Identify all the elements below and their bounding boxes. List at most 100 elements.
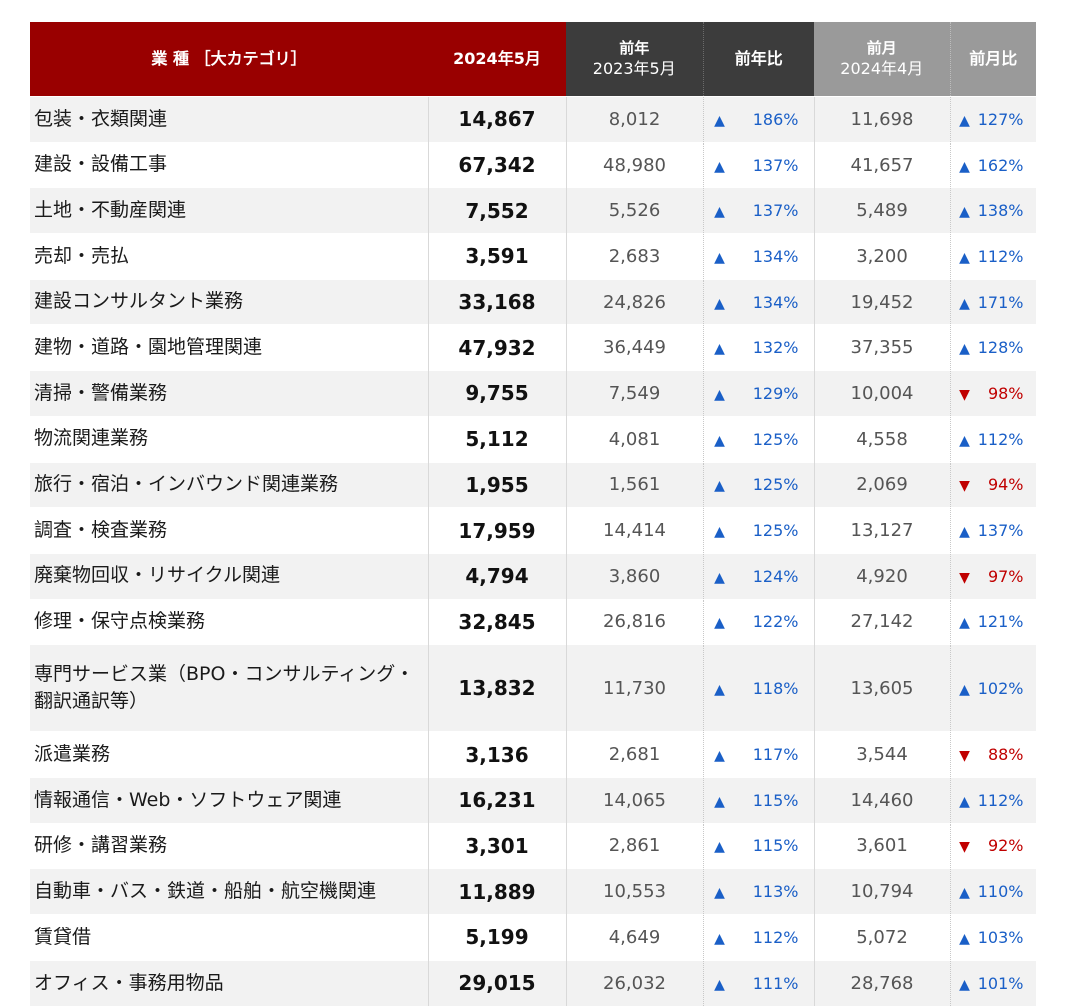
- arrow-down-icon: ▼: [959, 478, 970, 495]
- table-row: 調査・検査業務 17,959 14,414 ▲ 125% 13,127 ▲ 137%: [30, 507, 1036, 554]
- arrow-up-icon: ▲: [959, 112, 970, 129]
- mom-percent: 121%: [977, 612, 1024, 632]
- table-row: 研修・講習業務 3,301 2,861 ▲ 115% 3,601 ▼ 92%: [30, 822, 1036, 869]
- prev-year-value-cell: 36,449: [565, 324, 703, 371]
- arrow-up-icon: ▲: [714, 112, 725, 129]
- category-cell: 調査・検査業務: [30, 507, 428, 554]
- current-value-cell: 16,231: [427, 776, 566, 824]
- mom-cell: ▲ 101%: [949, 959, 1036, 1006]
- yoy-percent: 113%: [752, 882, 799, 902]
- arrow-up-icon: ▲: [959, 524, 970, 541]
- yoy-cell: ▲ 113%: [702, 868, 814, 915]
- yoy-percent: 111%: [752, 973, 799, 993]
- industry-comparison-table: 業 種 ［大カテゴリ］ 2024年5月 前年 2023年5月 前年比 前月 20…: [30, 22, 1036, 1006]
- arrow-down-icon: ▼: [959, 569, 970, 586]
- table-row: 売却・売払 3,591 2,683 ▲ 134% 3,200 ▲ 112%: [30, 233, 1036, 280]
- mom-cell: ▲ 112%: [949, 233, 1036, 280]
- table-row: 建物・道路・園地管理関連 47,932 36,449 ▲ 132% 37,355 ▲ 128%: [30, 324, 1036, 371]
- yoy-cell: ▲ 137%: [702, 187, 814, 234]
- mom-percent: 97%: [987, 566, 1024, 586]
- arrow-up-icon: ▲: [959, 341, 970, 358]
- arrow-up-icon: ▲: [714, 524, 725, 541]
- mom-percent: 110%: [977, 882, 1024, 902]
- arrow-up-icon: ▲: [714, 748, 725, 765]
- prev-month-value-cell: 3,200: [813, 233, 950, 280]
- header-yoy: 前年比: [702, 22, 814, 97]
- table-row: 修理・保守点検業務 32,845 26,816 ▲ 122% 27,142 ▲ 121%: [30, 598, 1036, 645]
- yoy-cell: ▲ 125%: [702, 461, 814, 508]
- table-row: 物流関連業務 5,112 4,081 ▲ 125% 4,558 ▲ 112%: [30, 415, 1036, 462]
- current-value-cell: 47,932: [427, 324, 566, 371]
- prev-month-value-cell: 13,127: [813, 507, 950, 554]
- prev-month-value-cell: 41,657: [813, 141, 950, 188]
- yoy-percent: 137%: [752, 201, 799, 221]
- category-cell: 売却・売払: [30, 233, 428, 280]
- arrow-up-icon: ▲: [714, 976, 725, 993]
- arrow-up-icon: ▲: [714, 569, 725, 586]
- arrow-up-icon: ▲: [714, 249, 725, 266]
- category-cell: 旅行・宿泊・インバウンド関連業務: [30, 461, 428, 508]
- current-value-cell: 7,552: [427, 187, 566, 234]
- prev-month-value-cell: 2,069: [813, 461, 950, 508]
- yoy-percent: 115%: [752, 836, 799, 856]
- arrow-up-icon: ▲: [714, 615, 725, 632]
- category-cell: 包装・衣類関連: [30, 96, 428, 143]
- yoy-cell: ▲ 137%: [702, 141, 814, 188]
- yoy-cell: ▲ 117%: [702, 731, 814, 778]
- yoy-cell: ▲ 134%: [702, 233, 814, 280]
- current-value-cell: 11,889: [427, 868, 566, 915]
- yoy-cell: ▲ 112%: [702, 914, 814, 961]
- prev-year-value-cell: 3,860: [565, 552, 703, 600]
- mom-percent: 103%: [977, 927, 1024, 947]
- mom-percent: 112%: [977, 429, 1024, 449]
- arrow-up-icon: ▲: [959, 681, 970, 698]
- category-cell: 自動車・バス・鉄道・船舶・航空機関連: [30, 868, 428, 915]
- mom-cell: ▲ 103%: [949, 914, 1036, 961]
- prev-month-value-cell: 13,605: [813, 644, 950, 732]
- arrow-up-icon: ▲: [959, 793, 970, 810]
- mom-percent: 112%: [977, 246, 1024, 266]
- current-value-cell: 33,168: [427, 278, 566, 325]
- table-row: 建設コンサルタント業務 33,168 24,826 ▲ 134% 19,452 ▲ 171%: [30, 278, 1036, 325]
- prev-year-value-cell: 2,681: [565, 731, 703, 778]
- arrow-up-icon: ▲: [959, 432, 970, 449]
- mom-percent: 171%: [977, 292, 1024, 312]
- mom-percent: 138%: [977, 201, 1024, 221]
- prev-year-value-cell: 4,649: [565, 914, 703, 961]
- table-row: 清掃・警備業務 9,755 7,549 ▲ 129% 10,004 ▼ 98%: [30, 370, 1036, 417]
- prev-month-value-cell: 11,698: [813, 96, 950, 143]
- prev-month-value-cell: 5,072: [813, 914, 950, 961]
- table-row: 賃貸借 5,199 4,649 ▲ 112% 5,072 ▲ 103%: [30, 914, 1036, 961]
- arrow-up-icon: ▲: [714, 295, 725, 312]
- category-cell: 建設コンサルタント業務: [30, 278, 428, 325]
- arrow-down-icon: ▼: [959, 748, 970, 765]
- header-prev-year-sub: 2023年5月: [592, 59, 676, 79]
- prev-year-value-cell: 2,683: [565, 233, 703, 280]
- mom-percent: 128%: [977, 338, 1024, 358]
- current-value-cell: 17,959: [427, 507, 566, 554]
- arrow-up-icon: ▲: [714, 204, 725, 221]
- yoy-cell: ▲ 115%: [702, 822, 814, 869]
- table-row: 建設・設備工事 67,342 48,980 ▲ 137% 41,657 ▲ 162%: [30, 141, 1036, 188]
- current-value-cell: 3,301: [427, 822, 566, 869]
- table-row: オフィス・事務用物品 29,015 26,032 ▲ 111% 28,768 ▲ 101%: [30, 959, 1036, 1006]
- header-row: 業 種 ［大カテゴリ］ 2024年5月 前年 2023年5月 前年比 前月 20…: [30, 22, 1036, 97]
- yoy-percent: 129%: [752, 383, 799, 403]
- header-prev-month-top: 前月: [866, 39, 897, 58]
- yoy-cell: ▲ 129%: [702, 370, 814, 417]
- header-prev-month-sub: 2024年4月: [840, 59, 924, 79]
- arrow-up-icon: ▲: [959, 295, 970, 312]
- current-value-cell: 5,199: [427, 914, 566, 961]
- mom-cell: ▲ 121%: [949, 598, 1036, 645]
- current-value-cell: 29,015: [427, 959, 566, 1006]
- mom-percent: 101%: [977, 973, 1024, 993]
- current-value-cell: 4,794: [427, 552, 566, 600]
- header-mom: 前月比: [949, 22, 1036, 97]
- yoy-percent: 125%: [752, 521, 799, 541]
- arrow-up-icon: ▲: [959, 158, 970, 175]
- mom-percent: 88%: [987, 745, 1024, 765]
- mom-cell: ▲ 138%: [949, 187, 1036, 234]
- yoy-percent: 132%: [752, 338, 799, 358]
- header-prev-year-top: 前年: [619, 39, 650, 58]
- prev-month-value-cell: 5,489: [813, 187, 950, 234]
